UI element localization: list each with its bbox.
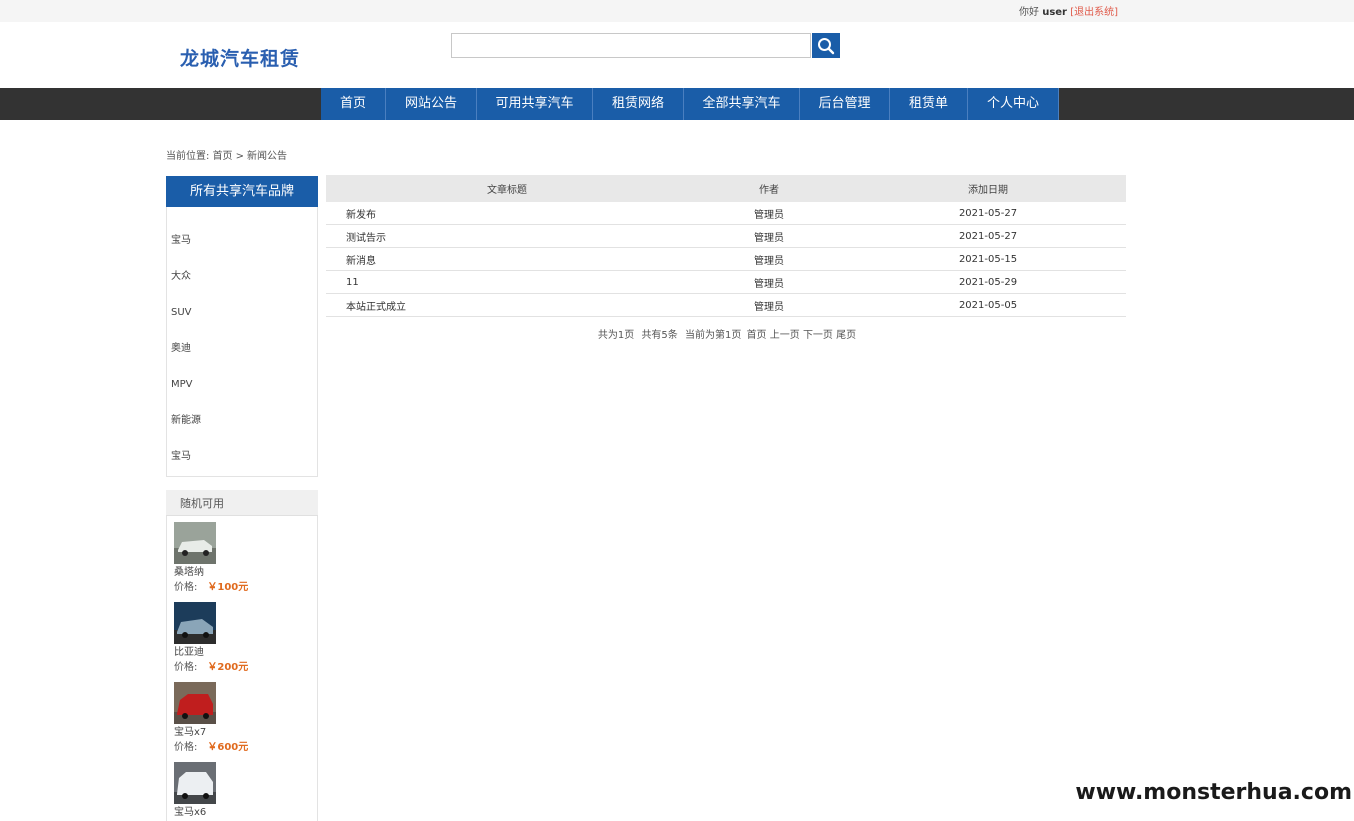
notice-date: 2021-05-15 (850, 247, 1126, 271)
price-label: 价格: (174, 582, 198, 593)
car-thumbnail[interactable] (174, 682, 216, 724)
car-name[interactable]: 比亚迪 (174, 647, 314, 659)
notice-table: 文章标题 作者 添加日期 新发布 管理员 2021-05-27 测试告示 管理员… (326, 175, 1126, 317)
random-panel-header: 随机可用 (166, 490, 318, 516)
notice-author: 管理员 (688, 270, 850, 294)
brand-panel-title: 所有共享汽车品牌 (166, 176, 318, 207)
car-name[interactable]: 宝马x7 (174, 727, 314, 739)
brand-item[interactable]: 奥迪 (171, 343, 201, 379)
table-row: 本站正式成立 管理员 2021-05-05 (326, 293, 1126, 317)
brand-link[interactable]: 新能源 (171, 415, 201, 426)
price-label: 价格: (174, 742, 198, 753)
notice-title-link[interactable]: 本站正式成立 (326, 293, 688, 317)
notice-title-link[interactable]: 新发布 (326, 202, 688, 225)
column-header-date: 添加日期 (850, 175, 1126, 202)
car-name[interactable]: 宝马x6 (174, 807, 314, 819)
brand-link[interactable]: SUV (171, 307, 192, 318)
brand-list: 宝马 大众 SUV 奥迪 MPV 新能源 宝马 (171, 235, 201, 487)
pagination: 共为1页 共有5条 当前为第1页 首页 上一页 下一页 尾页 (326, 326, 1126, 341)
search-icon (818, 38, 835, 55)
pager-next-link[interactable]: 下一页 (803, 330, 833, 341)
notice-title-link[interactable]: 11 (326, 270, 688, 294)
brand-panel: 所有共享汽车品牌 宝马 大众 SUV 奥迪 MPV 新能源 宝马 (166, 176, 318, 477)
watermark-text: www.monsterhua.com (1075, 780, 1352, 805)
pager-total-pages: 共为1页 (597, 330, 635, 341)
brand-link[interactable]: 大众 (171, 271, 191, 282)
car-card[interactable]: 桑塔纳 价格: ￥100元 (174, 522, 314, 594)
brand-link[interactable]: 奥迪 (171, 343, 191, 354)
car-price: ￥100元 (207, 582, 249, 593)
notice-author: 管理员 (688, 202, 850, 225)
breadcrumb-prefix: 当前位置: (166, 151, 210, 162)
notice-date: 2021-05-27 (850, 202, 1126, 225)
random-panel-title: 随机可用 (180, 497, 224, 510)
car-thumbnail[interactable] (174, 602, 216, 644)
price-label: 价格: (174, 662, 198, 673)
brand-link[interactable]: MPV (171, 379, 193, 390)
pager-first-link[interactable]: 首页 (747, 330, 767, 341)
table-row: 新发布 管理员 2021-05-27 (326, 202, 1126, 225)
breadcrumb: 当前位置: 首页 > 新闻公告 (166, 147, 287, 162)
nav-item-profile[interactable]: 个人中心 (968, 88, 1059, 120)
notice-author: 管理员 (688, 224, 850, 248)
brand-item[interactable]: 宝马 (171, 451, 201, 487)
car-price-row: 价格: ￥100元 (174, 582, 314, 594)
main-nav: 首页 网站公告 可用共享汽车 租赁网络 全部共享汽车 后台管理 租赁单 个人中心 (321, 88, 1059, 120)
breadcrumb-current: 新闻公告 (246, 151, 287, 162)
car-card[interactable]: 宝马x7 价格: ￥600元 (174, 682, 314, 754)
car-price: ￥600元 (207, 742, 249, 753)
notice-date: 2021-05-27 (850, 224, 1126, 248)
brand-item[interactable]: SUV (171, 307, 201, 343)
car-thumbnail[interactable] (174, 762, 216, 804)
car-card[interactable]: 宝马x6 (174, 762, 314, 819)
car-price-row: 价格: ￥600元 (174, 742, 314, 754)
nav-item-notice[interactable]: 网站公告 (386, 88, 477, 120)
table-row: 新消息 管理员 2021-05-15 (326, 247, 1126, 271)
table-header-row: 文章标题 作者 添加日期 (326, 175, 1126, 202)
random-panel: 桑塔纳 价格: ￥100元 比亚迪 价格: ￥200元 宝马x7 价格: ￥600元 (166, 516, 318, 821)
brand-item[interactable]: 大众 (171, 271, 201, 307)
notice-date: 2021-05-05 (850, 293, 1126, 317)
brand-link[interactable]: 宝马 (171, 451, 191, 462)
nav-item-home[interactable]: 首页 (321, 88, 386, 120)
pager-prev-link[interactable]: 上一页 (770, 330, 800, 341)
notice-author: 管理员 (688, 293, 850, 317)
notice-title-link[interactable]: 测试告示 (326, 224, 688, 248)
search-input[interactable] (451, 33, 811, 58)
brand-item[interactable]: MPV (171, 379, 201, 415)
nav-item-all-cars[interactable]: 全部共享汽车 (684, 88, 800, 120)
nav-item-available-cars[interactable]: 可用共享汽车 (477, 88, 593, 120)
brand-link[interactable]: 宝马 (171, 235, 191, 246)
search-button[interactable] (812, 33, 840, 58)
logout-link[interactable]: [退出系统] (1070, 7, 1118, 18)
breadcrumb-home[interactable]: 首页 (213, 151, 233, 162)
site-logo[interactable]: 龙城汽车租赁 (180, 44, 300, 71)
brand-item[interactable]: 宝马 (171, 235, 201, 271)
top-bar: 你好 user [退出系统] (0, 0, 1354, 22)
car-price-row: 价格: ￥200元 (174, 662, 314, 674)
notice-date: 2021-05-29 (850, 270, 1126, 294)
car-card[interactable]: 比亚迪 价格: ￥200元 (174, 602, 314, 674)
welcome-text: 你好 user [退出系统] (1019, 3, 1118, 18)
pager-last-link[interactable]: 尾页 (836, 330, 856, 341)
table-row: 11 管理员 2021-05-29 (326, 270, 1126, 294)
pager-total-items: 共有5条 (641, 330, 678, 341)
pager-current-page: 当前为第1页 (685, 330, 742, 341)
notice-title-link[interactable]: 新消息 (326, 247, 688, 271)
username: user (1042, 7, 1067, 18)
nav-item-orders[interactable]: 租赁单 (890, 88, 968, 120)
breadcrumb-separator: > (235, 151, 244, 162)
table-row: 测试告示 管理员 2021-05-27 (326, 224, 1126, 248)
car-thumbnail[interactable] (174, 522, 216, 564)
car-name[interactable]: 桑塔纳 (174, 567, 314, 579)
column-header-author: 作者 (688, 175, 850, 202)
greeting: 你好 (1019, 7, 1040, 18)
nav-bar: 首页 网站公告 可用共享汽车 租赁网络 全部共享汽车 后台管理 租赁单 个人中心 (0, 88, 1354, 120)
nav-item-admin[interactable]: 后台管理 (800, 88, 890, 120)
car-price: ￥200元 (207, 662, 249, 673)
column-header-title: 文章标题 (326, 175, 688, 202)
nav-item-rental-network[interactable]: 租赁网络 (593, 88, 684, 120)
brand-item[interactable]: 新能源 (171, 415, 201, 451)
notice-author: 管理员 (688, 247, 850, 271)
